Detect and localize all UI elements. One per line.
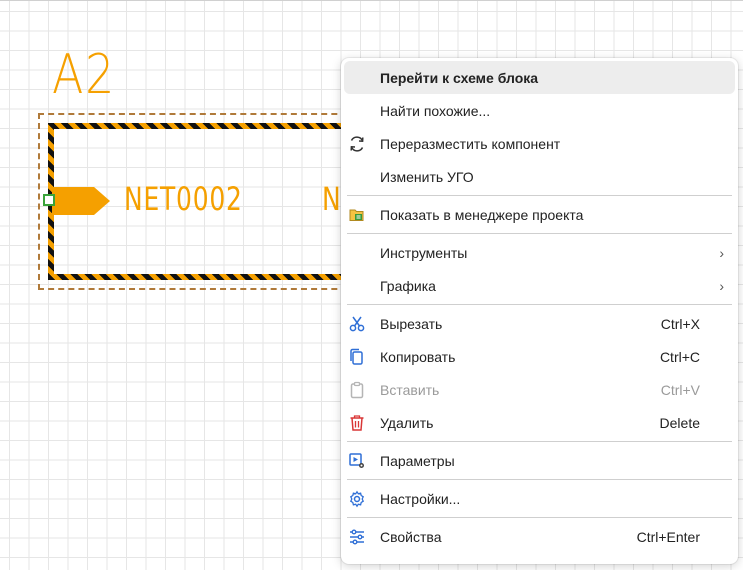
menu-item-label: Найти похожие... (380, 102, 491, 119)
menu-item-cut[interactable]: Вырезать Ctrl+X (341, 307, 738, 340)
menu-item-label: Переразместить компонент (380, 135, 561, 152)
net-label: NET0002 (124, 180, 243, 218)
shortcut-label: Ctrl+X (660, 315, 700, 332)
menu-item-label: Свойства (380, 528, 442, 545)
block-designator: A2 (52, 43, 117, 106)
shortcut-label: Ctrl+V (660, 381, 700, 398)
net-label-partial: N (322, 180, 341, 218)
menu-item-tools[interactable]: Инструменты › (341, 236, 738, 269)
context-menu: Перейти к схеме блока Найти похожие... П… (341, 58, 738, 564)
menu-separator (347, 304, 732, 305)
project-folder-icon (347, 205, 367, 225)
menu-item-settings[interactable]: Настройки... (341, 482, 738, 515)
menu-item-copy[interactable]: Копировать Ctrl+C (341, 340, 738, 373)
rotate-arrows-icon (347, 134, 367, 154)
menu-item-label: Показать в менеджере проекта (380, 206, 584, 223)
gear-icon (347, 489, 367, 509)
port-arrow-shape[interactable] (50, 183, 112, 219)
parameters-icon (347, 451, 367, 471)
shortcut-label: Ctrl+C (659, 348, 700, 365)
menu-item-label: Удалить (380, 414, 434, 431)
menu-separator (347, 233, 732, 234)
menu-item-label: Копировать (380, 348, 456, 365)
chevron-right-icon: › (719, 277, 724, 294)
sliders-icon (347, 527, 367, 547)
menu-item-delete[interactable]: Удалить Delete (341, 406, 738, 439)
canvas-top-border (0, 0, 743, 1)
copy-icon (347, 347, 367, 367)
menu-item-label: Вставить (380, 381, 440, 398)
port-pin[interactable] (43, 194, 55, 206)
menu-item-paste[interactable]: Вставить Ctrl+V (341, 373, 738, 406)
menu-item-change-ugo[interactable]: Изменить УГО (341, 160, 738, 193)
shortcut-label: Ctrl+Enter (636, 528, 700, 545)
trash-icon (347, 413, 367, 433)
menu-item-label: Параметры (380, 452, 455, 469)
menu-item-show-in-project-manager[interactable]: Показать в менеджере проекта (341, 198, 738, 231)
menu-item-label: Инструменты (380, 244, 468, 261)
menu-item-label: Графика (380, 277, 436, 294)
clipboard-icon (347, 380, 367, 400)
menu-item-rearrange-component[interactable]: Переразместить компонент (341, 127, 738, 160)
scissors-icon (347, 314, 367, 334)
menu-item-go-to-block-schematic[interactable]: Перейти к схеме блока (344, 61, 735, 94)
chevron-right-icon: › (719, 244, 724, 261)
menu-item-parameters[interactable]: Параметры (341, 444, 738, 477)
menu-item-label: Изменить УГО (380, 168, 474, 185)
menu-item-label: Вырезать (380, 315, 443, 332)
shortcut-label: Delete (659, 414, 700, 431)
menu-item-label: Перейти к схеме блока (380, 69, 539, 86)
menu-item-properties[interactable]: Свойства Ctrl+Enter (341, 520, 738, 553)
menu-separator (347, 479, 732, 480)
menu-separator (347, 517, 732, 518)
menu-item-graphics[interactable]: Графика › (341, 269, 738, 302)
menu-item-find-similar[interactable]: Найти похожие... (341, 94, 738, 127)
menu-separator (347, 195, 732, 196)
menu-separator (347, 441, 732, 442)
menu-item-label: Настройки... (380, 490, 461, 507)
